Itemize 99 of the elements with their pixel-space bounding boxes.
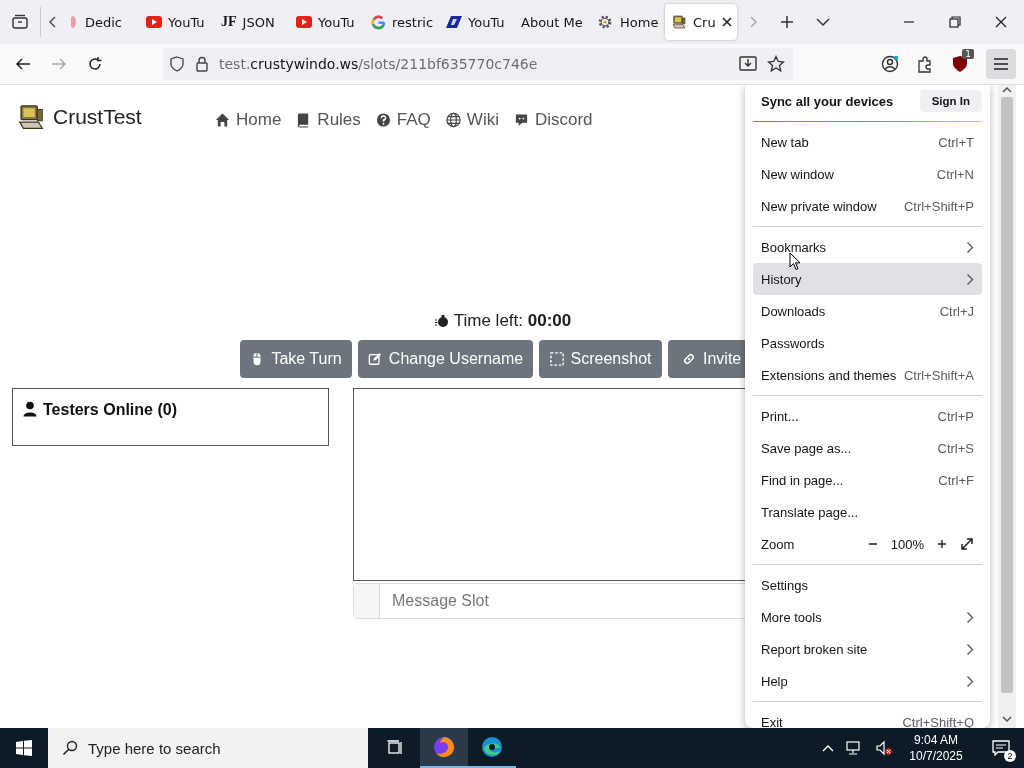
muted-speaker-icon[interactable]	[876, 740, 892, 756]
nav-link[interactable]: Home	[215, 110, 282, 130]
menu-item[interactable]: Bookmarks	[753, 231, 982, 263]
account-icon[interactable]	[881, 55, 899, 73]
fox-globe-icon	[432, 735, 456, 759]
download-page-icon[interactable]	[739, 55, 757, 71]
browser-tab[interactable]: Home	[590, 4, 662, 40]
cursor-icon	[789, 252, 801, 271]
scroll-down-icon[interactable]	[1002, 715, 1012, 723]
computer-icon	[671, 14, 687, 30]
chevron-right-icon	[966, 240, 974, 254]
menu-item[interactable]: Translate page...	[753, 496, 982, 528]
notification-icon[interactable]	[992, 740, 1010, 756]
chevron-right-icon	[966, 674, 974, 688]
edit-icon	[367, 351, 382, 367]
time-left-text: Time left: 00:00	[453, 311, 572, 331]
shield-extension-icon[interactable]	[951, 55, 969, 73]
browser-tab[interactable]: About Me	[515, 4, 587, 40]
g-logo-icon	[371, 14, 386, 30]
logo-icon: JF	[221, 14, 237, 30]
scroll-up-icon[interactable]	[1002, 86, 1012, 94]
close-icon[interactable]	[721, 17, 732, 27]
browser-tab[interactable]: YouTu	[440, 4, 512, 40]
home-icon	[215, 112, 230, 128]
play-icon	[296, 16, 312, 28]
menu-item[interactable]: Help	[753, 665, 982, 697]
menu-item[interactable]: Extensions and themes Ctrl+Shift+A	[753, 359, 982, 391]
action-button[interactable]: Change Username	[358, 340, 533, 378]
chevron-right-icon	[966, 272, 974, 286]
panel-title: Testers Online (0)	[43, 401, 177, 419]
swirl-icon	[480, 735, 504, 759]
zoom-level: 100%	[890, 536, 924, 552]
plus-icon[interactable]	[780, 15, 794, 29]
question-icon	[375, 112, 391, 128]
logo-icon	[16, 102, 46, 132]
sign-in-button[interactable]: Sign In	[919, 90, 982, 112]
menu-item[interactable]: New private window Ctrl+Shift+P	[753, 190, 982, 222]
action-button[interactable]: Take Turn	[240, 340, 352, 378]
stopwatch-icon	[434, 314, 449, 328]
gear-icon	[596, 13, 614, 31]
browser-tab[interactable]: restric	[365, 4, 437, 40]
menu-item[interactable]: Passwords	[753, 327, 982, 359]
person-icon	[23, 401, 37, 417]
menu-button[interactable]	[986, 49, 1016, 79]
scrollbar[interactable]	[998, 85, 1016, 728]
menu-item[interactable]: Print... Ctrl+P	[753, 400, 982, 432]
nav-link[interactable]: Wiki	[445, 110, 499, 130]
sync-label: Sync all your devices	[761, 93, 894, 109]
lock-icon[interactable]	[195, 56, 209, 72]
browser-tab[interactable]: YouTu	[290, 4, 362, 40]
action-button[interactable]: Screenshot	[539, 340, 662, 378]
link-icon	[682, 351, 696, 367]
task-view-icon[interactable]	[387, 740, 403, 756]
chevron-left-icon[interactable]	[48, 15, 58, 29]
taskbar-search-field[interactable]: Type here to search	[48, 728, 368, 768]
restore-icon[interactable]	[949, 16, 961, 28]
plus-icon[interactable]	[936, 538, 948, 550]
taskbar-app[interactable]	[420, 728, 468, 768]
browser-tab[interactable]: YouTu	[140, 4, 212, 40]
tab-list-icon[interactable]	[11, 14, 29, 30]
globe-icon	[445, 112, 461, 128]
extension-badge: 1	[962, 49, 974, 59]
chevron-up-icon[interactable]	[822, 744, 834, 752]
menu-item[interactable]: Save page as... Ctrl+S	[753, 432, 982, 464]
fullscreen-icon[interactable]	[960, 537, 974, 551]
play-icon	[146, 16, 162, 28]
chevron-right-icon	[966, 642, 974, 656]
nav-link[interactable]: FAQ	[375, 110, 431, 130]
parallelogram-icon	[446, 15, 462, 29]
chevron-down-icon[interactable]	[816, 17, 830, 27]
reload-icon[interactable]	[87, 56, 103, 72]
clock[interactable]: 9:04 AM 10/7/2025	[906, 732, 966, 764]
browser-tab[interactable]: Cru	[665, 4, 737, 40]
nav-link[interactable]: Discord	[513, 110, 593, 130]
notification-count: 2	[1004, 750, 1016, 762]
search-icon	[62, 740, 78, 756]
nav-link[interactable]: Rules	[296, 110, 361, 130]
star-icon[interactable]	[767, 55, 785, 73]
menu-item[interactable]: More tools	[753, 601, 982, 633]
chat-icon	[513, 112, 529, 128]
browser-tab[interactable]: JF JSON	[215, 4, 287, 40]
back-icon[interactable]	[15, 57, 31, 71]
shield-icon[interactable]	[169, 56, 185, 72]
menu-item[interactable]: Settings	[753, 569, 982, 601]
menu-item[interactable]: Find in page... Ctrl+F	[753, 464, 982, 496]
menu-item[interactable]: Report broken site	[753, 633, 982, 665]
browser-tab[interactable]: Dedic	[65, 4, 137, 40]
chevron-right-icon	[966, 610, 974, 624]
menu-item[interactable]: Downloads Ctrl+J	[753, 295, 982, 327]
selection-icon	[549, 351, 564, 367]
menu-item[interactable]: New tab Ctrl+T	[753, 126, 982, 158]
close-icon[interactable]	[995, 16, 1007, 28]
menu-item[interactable]: History	[753, 263, 982, 295]
menu-icon	[993, 57, 1009, 71]
windows-icon[interactable]	[16, 740, 32, 756]
menu-item[interactable]: New window Ctrl+N	[753, 158, 982, 190]
puzzle-icon[interactable]	[916, 55, 934, 73]
site-title[interactable]: CrustTest	[53, 105, 213, 129]
menu-item[interactable]: Zoom 100%	[753, 528, 982, 560]
